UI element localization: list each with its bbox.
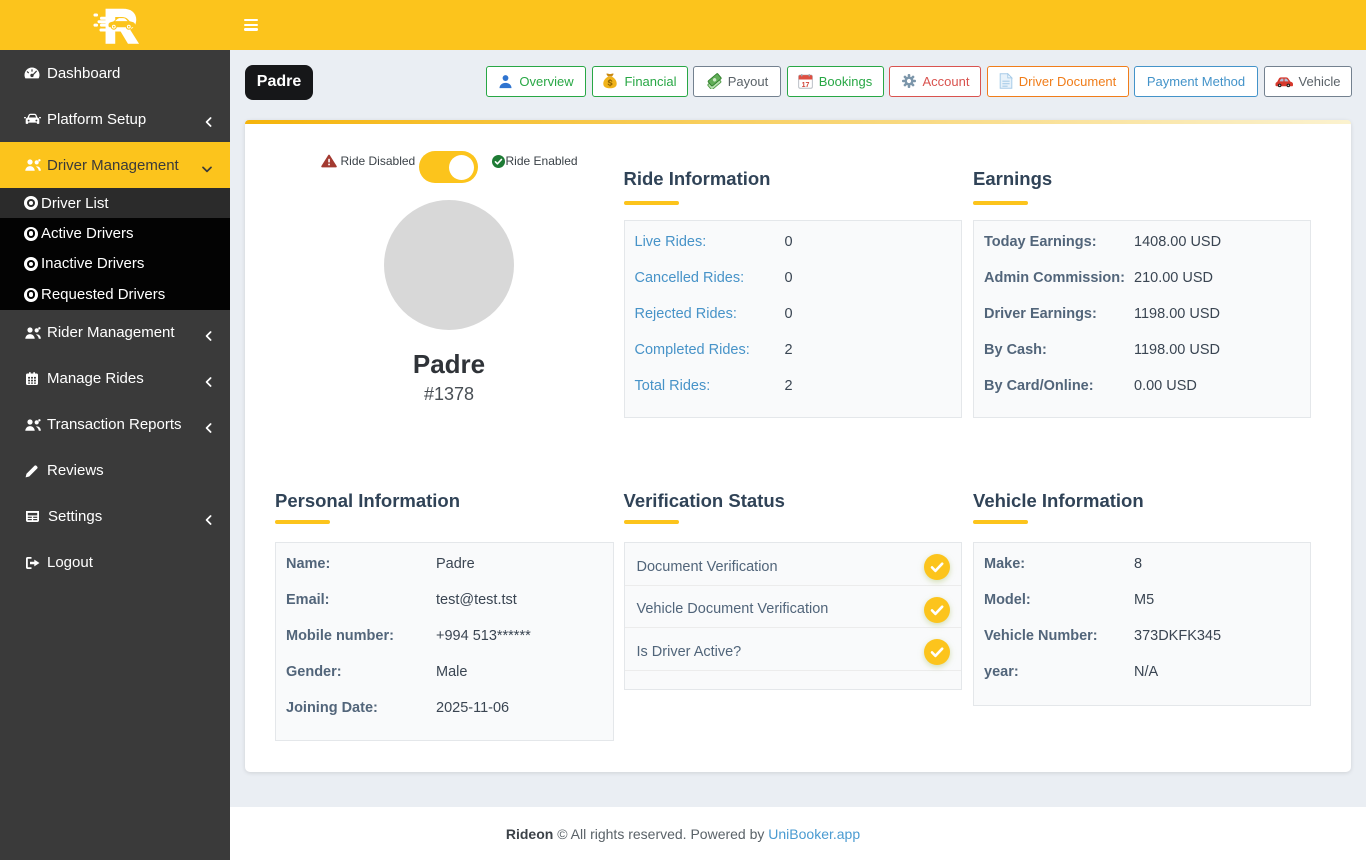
svg-text:17: 17 bbox=[801, 82, 809, 89]
